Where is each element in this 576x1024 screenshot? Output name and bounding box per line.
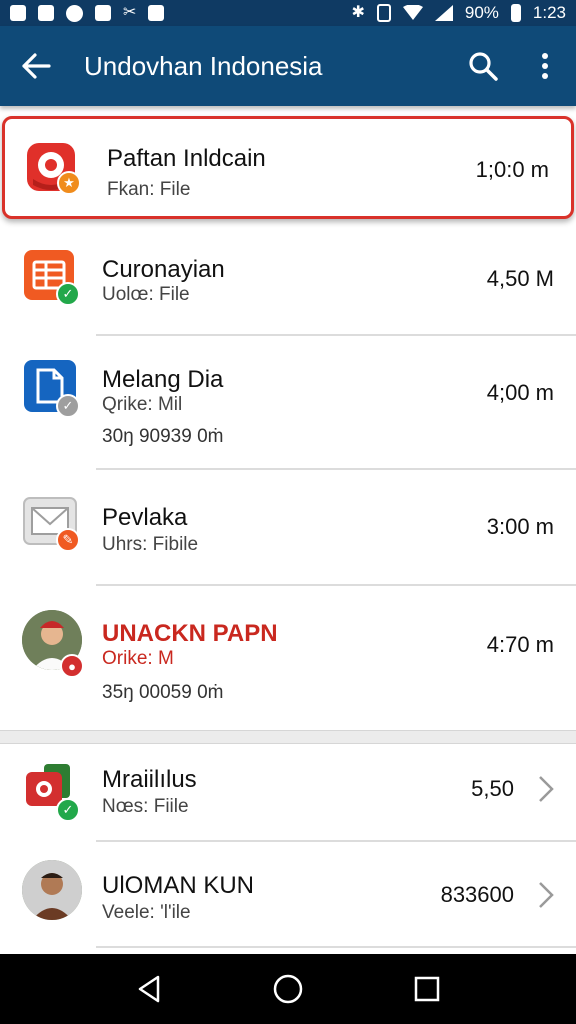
sync-notification-icon <box>66 4 83 22</box>
status-bar: ✂ ✱ 90% 1:23 <box>0 0 576 26</box>
file-list: ★ Paftan Inldcain Fkan: File 1;0:0 m ✓ C… <box>0 106 576 954</box>
item-subtitle: Uhrs: Fibile <box>102 534 199 555</box>
item-title: UlOMAN KUN <box>102 872 255 899</box>
item-size: 4:70 m <box>486 632 554 657</box>
item-size: 833600 <box>440 882 514 907</box>
list-item[interactable]: ★ Paftan Inldcain Fkan: File 1;0:0 m <box>2 116 574 219</box>
nav-back-icon <box>139 975 160 1003</box>
item-size: 4;00 m <box>486 380 554 405</box>
document-icon: ✓ <box>22 358 80 418</box>
spreadsheet-icon: ✓ <box>22 248 80 306</box>
section-divider <box>0 730 576 744</box>
item-title: Mraiilılus <box>102 766 197 793</box>
list-item[interactable]: ✎ Pevlaka Uhrs: Fibile 3:00 m <box>0 470 576 586</box>
list-item[interactable]: ✓ Melang Dia Qrike: Mil 30ŋ 90939 0ṁ 4;0… <box>0 336 576 470</box>
nav-back-button[interactable] <box>124 964 174 1014</box>
mail-icon: ✎ <box>22 494 80 552</box>
item-title: Melang Dia <box>102 366 224 393</box>
item-title: Pevlaka <box>102 504 188 531</box>
mail-notification-icon <box>10 5 26 21</box>
nav-recents-icon <box>414 976 439 1002</box>
list-item[interactable]: ● UNACKN PAPN Orike: M 35ŋ 00059 0ṁ 4:70… <box>0 586 576 728</box>
scissors-notification-icon: ✂ <box>123 4 137 21</box>
system-icons: ✱ 90% 1:23 <box>351 3 566 23</box>
divider <box>96 946 576 948</box>
image-notification-icon <box>38 5 54 21</box>
search-icon <box>469 52 498 81</box>
wifi-icon <box>402 5 423 20</box>
item-size: 5,50 <box>471 776 514 801</box>
star-badge-icon: ★ <box>57 171 81 195</box>
list-item[interactable]: ✓ Curonayian Uolœ: File 4,50 M <box>0 226 576 336</box>
app-bar: Undovhan Indonesia <box>0 26 576 106</box>
notification-icons: ✂ <box>10 4 165 22</box>
item-size: 4,50 M <box>486 266 554 291</box>
item-title: UNACKN PAPN <box>102 620 278 647</box>
item-subtitle: Uolœ: File <box>102 284 190 305</box>
arrow-left-icon <box>22 53 51 79</box>
list-item[interactable]: ✓ Mraiilılus Nœs: Fiile 5,50 <box>0 744 576 842</box>
battery-level: 90% <box>464 3 499 22</box>
page-title: Undovhan Indonesia <box>84 50 323 81</box>
chevron-right-icon[interactable] <box>536 880 556 910</box>
overflow-menu-button[interactable] <box>514 26 576 106</box>
camera-icon: ✓ <box>22 762 80 822</box>
vibrate-icon <box>376 4 391 22</box>
item-extra: 35ŋ 00059 0ṁ <box>102 682 224 703</box>
item-size: 1;0:0 m <box>475 157 549 182</box>
signal-icon <box>434 5 453 21</box>
system-nav-bar <box>0 954 576 1024</box>
chevron-right-icon[interactable] <box>536 774 556 804</box>
clock: 1:23 <box>532 3 566 22</box>
item-subtitle: Veele: 'l'ile <box>102 902 191 923</box>
check-badge-icon: ✓ <box>56 798 80 822</box>
record-badge-icon: ● <box>60 654 84 678</box>
check-badge-icon: ✓ <box>56 282 80 306</box>
item-subtitle: Fkan: File <box>107 179 191 200</box>
item-title: Curonayian <box>102 256 225 283</box>
nav-home-icon <box>273 974 303 1004</box>
item-subtitle: Nœs: Fiile <box>102 796 189 817</box>
back-button[interactable] <box>0 26 72 106</box>
nav-home-button[interactable] <box>263 964 313 1014</box>
item-subtitle: Qrike: Mil <box>102 394 183 415</box>
person-photo-avatar-2 <box>22 860 82 920</box>
item-extra: 30ŋ 90939 0ṁ <box>102 426 224 447</box>
item-title: Paftan Inldcain <box>107 145 266 172</box>
more-vert-icon <box>542 53 548 79</box>
check-gray-badge-icon: ✓ <box>56 394 80 418</box>
edit-badge-icon: ✎ <box>56 528 80 552</box>
app-notification-icon <box>95 5 111 21</box>
map-pin-icon: ★ <box>23 139 81 197</box>
item-subtitle: Orike: M <box>102 648 174 669</box>
gallery-notification-icon <box>148 5 165 21</box>
bluetooth-icon: ✱ <box>351 4 365 21</box>
battery-icon <box>510 4 521 22</box>
search-button[interactable] <box>452 26 514 106</box>
item-size: 3:00 m <box>486 514 554 539</box>
nav-recents-button[interactable] <box>402 964 452 1014</box>
list-item[interactable]: UlOMAN KUN Veele: 'l'ile 833600 <box>0 842 576 948</box>
